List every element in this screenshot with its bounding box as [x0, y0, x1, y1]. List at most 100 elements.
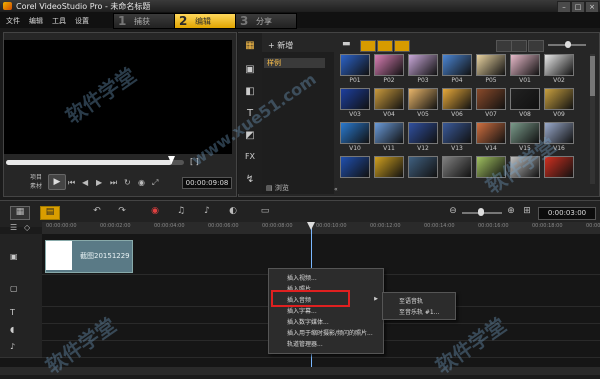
thumbnail-size-handle[interactable]	[565, 41, 571, 48]
end-icon[interactable]: ⏭	[110, 178, 117, 188]
sort-button[interactable]	[528, 40, 544, 52]
timeline-ruler[interactable]: 00:00:00:00 00:00:02:00 00:00:04:00 00:00:0…	[42, 222, 600, 234]
menu-edit[interactable]: 编辑	[29, 16, 43, 26]
media-thumbnail[interactable]: V14	[476, 122, 506, 152]
thumbnail-image	[408, 156, 438, 178]
media-thumbnail[interactable]: V01	[510, 54, 540, 84]
thumbnail-image	[340, 88, 370, 110]
browse-button[interactable]: ▤ 浏览	[266, 183, 289, 193]
media-thumbnail[interactable]: V11	[374, 122, 404, 152]
media-thumbnail[interactable]: V06	[442, 88, 472, 118]
thumbnail-image	[510, 54, 540, 76]
overlay-track-icon[interactable]: ▢	[10, 284, 18, 293]
fullscreen-icon[interactable]: ⤢	[152, 178, 158, 188]
record-capture-icon[interactable]: ◉	[146, 206, 164, 218]
play-button[interactable]: ▶	[48, 174, 66, 190]
thumbnail-image	[544, 54, 574, 76]
media-thumbnail[interactable]: P01	[340, 54, 370, 84]
ruler-tick-label: 00:00:14:00	[424, 223, 455, 229]
media-thumbnail[interactable]	[442, 156, 472, 186]
clip-mode-label[interactable]: 素材	[30, 181, 42, 190]
collapse-arrow-icon[interactable]: «	[334, 186, 338, 193]
next-frame-icon[interactable]: ▶	[96, 178, 102, 187]
show-photos-button[interactable]	[377, 40, 393, 52]
context-menu-item[interactable]: 插入字幕...	[287, 306, 317, 315]
step-label: 分享	[256, 17, 272, 26]
thumbnail-view-button[interactable]	[511, 40, 527, 52]
media-thumbnail[interactable]: V09	[544, 88, 574, 118]
media-thumbnail[interactable]: V10	[340, 122, 370, 152]
menu-tools[interactable]: 工具	[52, 16, 66, 26]
subtitle-editor-icon[interactable]: ▭	[256, 206, 274, 218]
media-thumbnail[interactable]: V03	[340, 88, 370, 118]
title-track-icon[interactable]: T	[10, 308, 15, 317]
media-thumbnail[interactable]: V05	[408, 88, 438, 118]
transition-icon[interactable]: ◧	[243, 86, 257, 98]
show-videos-button[interactable]	[360, 40, 376, 52]
undo-icon[interactable]: ↶	[88, 206, 106, 218]
media-thumbnail[interactable]: V07	[476, 88, 506, 118]
add-marker-icon[interactable]: ◇	[24, 223, 30, 232]
zoom-slider-handle[interactable]	[478, 208, 484, 216]
show-audio-button[interactable]	[394, 40, 410, 52]
step-edit[interactable]: 2 编辑	[174, 13, 236, 29]
submenu-item[interactable]: 至语音轨	[399, 296, 423, 305]
media-thumbnail[interactable]	[408, 156, 438, 186]
storyboard-view-icon[interactable]: ▦	[10, 206, 30, 220]
folder-icon[interactable]: ▬	[342, 39, 351, 49]
context-menu-item[interactable]: 插入视频...	[287, 273, 317, 282]
media-thumbnail[interactable]: P03	[408, 54, 438, 84]
media-thumbnail[interactable]	[340, 156, 370, 186]
thumbnail-image	[544, 88, 574, 110]
track-manager-icon[interactable]: ☰	[10, 223, 17, 232]
video-track-icon[interactable]: ▣	[10, 252, 18, 261]
auto-music-icon[interactable]: ♪	[198, 206, 216, 218]
add-label: 新增	[277, 41, 294, 50]
sound-mixer-icon[interactable]: ♫	[172, 206, 190, 218]
timeline-view-icon[interactable]: ▤	[40, 206, 60, 220]
voice-track-icon[interactable]: ◖	[10, 325, 14, 334]
timeline-scrollbar[interactable]	[0, 367, 600, 375]
volume-icon[interactable]: ◉	[138, 178, 145, 187]
list-view-button[interactable]	[496, 40, 512, 52]
repeat-icon[interactable]: ↻	[124, 178, 131, 187]
context-menu-item[interactable]: 插入数字媒体...	[287, 317, 329, 326]
media-thumbnail[interactable]: P04	[442, 54, 472, 84]
library-scrollbar-thumb[interactable]	[590, 56, 595, 96]
timeline-timecode[interactable]: 0:00:03:00	[538, 207, 596, 220]
folder-item-sample[interactable]: 样例	[264, 58, 325, 68]
instant-project-icon[interactable]: ▣	[243, 64, 257, 76]
step-share[interactable]: 3 分享	[235, 13, 297, 29]
path-icon[interactable]: ↯	[243, 174, 257, 186]
context-menu-item[interactable]: 轨道管理器...	[287, 339, 323, 348]
filter-icon[interactable]: FX	[243, 152, 257, 164]
submenu-item[interactable]: 至音乐轨 #1...	[399, 307, 439, 316]
music-track-icon[interactable]: ♪	[10, 342, 15, 351]
project-mode-label[interactable]: 项目	[30, 172, 42, 181]
thumbnail-image	[374, 54, 404, 76]
fit-project-icon[interactable]: ⊞	[518, 206, 536, 218]
add-folder-button[interactable]: + 新增	[268, 40, 293, 51]
media-icon[interactable]: ▦	[243, 40, 257, 52]
media-thumbnail[interactable]: V13	[442, 122, 472, 152]
media-thumbnail[interactable]: P02	[374, 54, 404, 84]
media-thumbnail[interactable]: P05	[476, 54, 506, 84]
prev-frame-icon[interactable]: ◀	[82, 178, 88, 187]
app-title: Corel VideoStudio Pro - 未命名标题	[16, 2, 151, 11]
player-timecode[interactable]: 00:00:09:08	[182, 177, 232, 189]
ruler-tick-label: 00:00:20:00	[586, 223, 600, 229]
redo-icon[interactable]: ↷	[113, 206, 131, 218]
media-thumbnail[interactable]: V08	[510, 88, 540, 118]
menu-settings[interactable]: 设置	[75, 16, 89, 26]
media-thumbnail[interactable]: V04	[374, 88, 404, 118]
home-icon[interactable]: ⏮	[68, 178, 75, 188]
ruler-tick-label: 00:00:12:00	[370, 223, 401, 229]
menu-file[interactable]: 文件	[6, 16, 20, 26]
step-capture[interactable]: 1 捕获	[113, 13, 175, 29]
media-thumbnail[interactable]: V02	[544, 54, 574, 84]
motion-tracking-icon[interactable]: ◐	[224, 206, 242, 218]
context-menu-item[interactable]: 插入用于缩时摄影/频闪的照片...	[287, 328, 373, 337]
media-thumbnail[interactable]: V12	[408, 122, 438, 152]
media-thumbnail[interactable]	[374, 156, 404, 186]
zoom-out-icon[interactable]: ⊖	[444, 206, 462, 218]
